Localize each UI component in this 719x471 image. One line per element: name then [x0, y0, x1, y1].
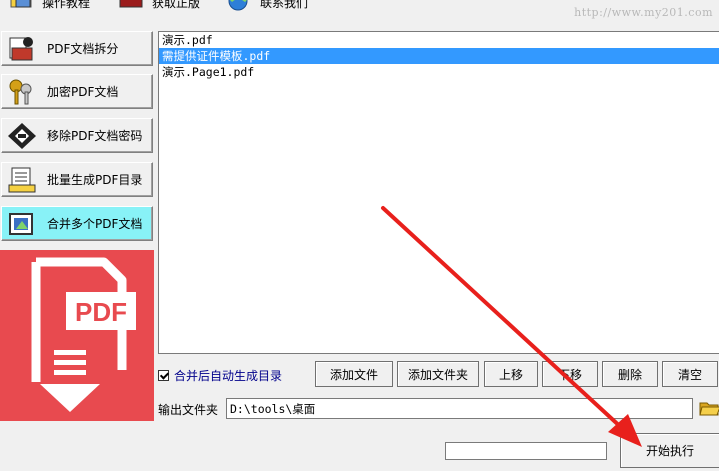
toc-icon — [8, 167, 36, 192]
sidebar-label: 移除PDF文档密码 — [47, 129, 143, 143]
top-toolbar: 操作教程 获取正版 联系我们 http://www.my201.com — [0, 0, 719, 26]
file-list-item[interactable]: 演示.pdf — [159, 32, 719, 48]
clear-button[interactable]: 清空 — [662, 361, 718, 387]
auto-toc-checkbox[interactable]: 合并后自动生成目录 — [158, 366, 282, 384]
checkbox-checked-icon[interactable] — [158, 369, 169, 381]
purchase-icon — [119, 0, 143, 8]
sidebar-item-split-pdf[interactable]: PDF文档拆分 — [1, 31, 153, 66]
output-folder-label: 输出文件夹 — [158, 403, 219, 417]
delete-button[interactable]: 删除 — [602, 361, 658, 387]
add-folder-button[interactable]: 添加文件夹 — [397, 361, 479, 387]
progress-bar — [445, 442, 607, 460]
toolbar-item-purchase[interactable]: 获取正版 — [118, 0, 200, 14]
move-down-button[interactable]: 下移 — [542, 361, 598, 387]
file-list-item-selected[interactable]: 需提供证件模板.pdf — [159, 48, 719, 64]
merge-pdf-icon — [9, 212, 33, 235]
auto-toc-label: 合并后自动生成目录 — [174, 368, 283, 383]
sidebar-item-encrypt-pdf[interactable]: 加密PDF文档 — [1, 74, 153, 109]
start-button[interactable]: 开始执行 — [620, 433, 719, 468]
toolbar-label-tutorial: 操作教程 — [42, 0, 91, 10]
banner-pdf-text: PDF — [75, 297, 127, 327]
folder-icon[interactable] — [699, 398, 719, 418]
toolbar-item-contact[interactable]: 联系我们 — [226, 0, 308, 14]
sidebar-label: PDF文档拆分 — [47, 42, 119, 56]
pdf-banner: PDF — [0, 250, 154, 421]
toolbar-label-contact: 联系我们 — [260, 0, 309, 10]
contact-icon — [228, 0, 248, 11]
add-file-button[interactable]: 添加文件 — [315, 361, 393, 387]
toolbar-label-purchase: 获取正版 — [152, 0, 201, 10]
move-up-button[interactable]: 上移 — [484, 361, 538, 387]
file-list[interactable]: 演示.pdf 需提供证件模板.pdf 演示.Page1.pdf — [158, 31, 719, 354]
output-folder-input[interactable]: D:\tools\桌面 — [226, 398, 693, 419]
sidebar-label: 合并多个PDF文档 — [47, 217, 143, 231]
pdf-document-icon: PDF — [31, 257, 136, 412]
sidebar-item-batch-toc[interactable]: 批量生成PDF目录 — [1, 162, 153, 197]
sidebar-label: 加密PDF文档 — [47, 85, 119, 99]
remove-password-icon — [8, 122, 36, 149]
sidebar-item-remove-password[interactable]: 移除PDF文档密码 — [1, 118, 153, 153]
toolbar-item-tutorial[interactable]: 操作教程 — [8, 0, 90, 14]
tutorial-icon — [10, 0, 32, 8]
split-pdf-icon — [9, 36, 33, 60]
site-watermark: http://www.my201.com — [574, 6, 713, 19]
sidebar-item-merge-pdf[interactable]: 合并多个PDF文档 — [1, 206, 153, 241]
sidebar-label: 批量生成PDF目录 — [47, 173, 143, 187]
file-list-item[interactable]: 演示.Page1.pdf — [159, 64, 719, 80]
keys-icon — [9, 79, 32, 104]
